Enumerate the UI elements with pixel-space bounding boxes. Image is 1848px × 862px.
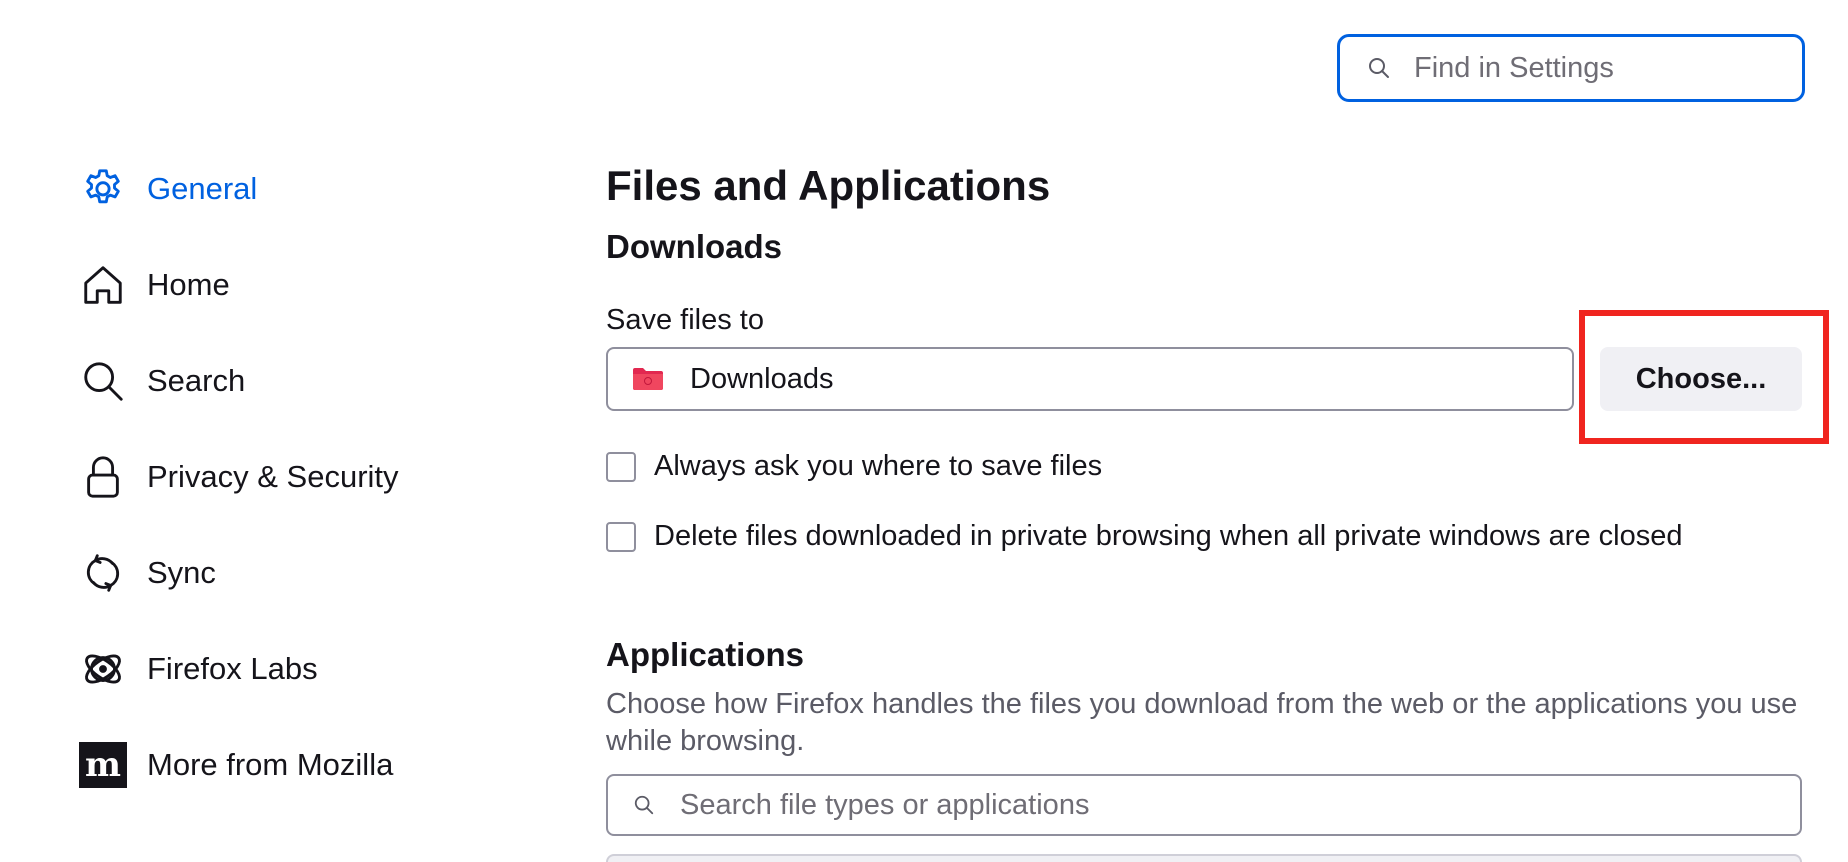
- search-icon: [632, 793, 656, 817]
- download-folder-field: Downloads: [606, 347, 1574, 411]
- search-icon: [78, 356, 128, 406]
- sidebar-item-label: Home: [147, 267, 230, 302]
- sidebar-item-label: Sync: [147, 555, 216, 590]
- sidebar-item-privacy-security[interactable]: Privacy & Security: [78, 446, 538, 508]
- always-ask-row[interactable]: Always ask you where to save files: [606, 450, 1102, 483]
- downloads-heading: Downloads: [606, 228, 783, 265]
- applications-heading: Applications: [606, 636, 805, 673]
- find-in-settings-input[interactable]: [1414, 51, 1774, 85]
- sidebar-item-general[interactable]: General: [78, 158, 538, 220]
- page-title: Files and Applications: [606, 162, 1051, 209]
- sidebar-item-label: Privacy & Security: [147, 459, 399, 494]
- find-in-settings-box[interactable]: [1337, 34, 1805, 102]
- choose-folder-button[interactable]: Choose...: [1600, 347, 1802, 411]
- applications-search-box[interactable]: [606, 774, 1802, 836]
- atom-icon: [78, 644, 128, 694]
- sidebar-item-sync[interactable]: Sync: [78, 542, 538, 604]
- delete-private-row[interactable]: Delete files downloaded in private brows…: [606, 520, 1682, 553]
- delete-private-label[interactable]: Delete files downloaded in private brows…: [654, 520, 1682, 553]
- settings-page: General Home Search: [0, 0, 1848, 862]
- sidebar-nav: General Home Search Privacy & Security S…: [78, 158, 538, 830]
- applications-table-header: [606, 854, 1802, 862]
- download-folder-name: Downloads: [690, 362, 834, 395]
- sidebar-item-more-from-mozilla[interactable]: m More from Mozilla: [78, 734, 538, 796]
- sidebar-item-search[interactable]: Search: [78, 350, 538, 412]
- search-icon: [1366, 55, 1392, 81]
- save-files-to-label: Save files to: [606, 304, 764, 336]
- gear-icon: [78, 164, 128, 214]
- sidebar-item-label: More from Mozilla: [147, 747, 394, 782]
- folder-icon: [633, 368, 663, 390]
- delete-private-checkbox[interactable]: [606, 521, 636, 552]
- sidebar-item-home[interactable]: Home: [78, 254, 538, 316]
- sidebar-item-label: General: [147, 171, 258, 206]
- home-icon: [78, 260, 128, 310]
- sidebar-item-label: Firefox Labs: [147, 651, 318, 686]
- svg-text:m: m: [85, 745, 121, 785]
- applications-description: Choose how Firefox handles the files you…: [606, 688, 1798, 757]
- sidebar-item-label: Search: [147, 363, 246, 398]
- always-ask-checkbox[interactable]: [606, 451, 636, 482]
- lock-icon: [78, 452, 128, 502]
- sync-icon: [78, 548, 128, 598]
- mozilla-logo-icon: m: [78, 740, 128, 790]
- always-ask-label[interactable]: Always ask you where to save files: [654, 450, 1102, 483]
- applications-search-input[interactable]: [680, 788, 1760, 822]
- sidebar-item-firefox-labs[interactable]: Firefox Labs: [78, 638, 538, 700]
